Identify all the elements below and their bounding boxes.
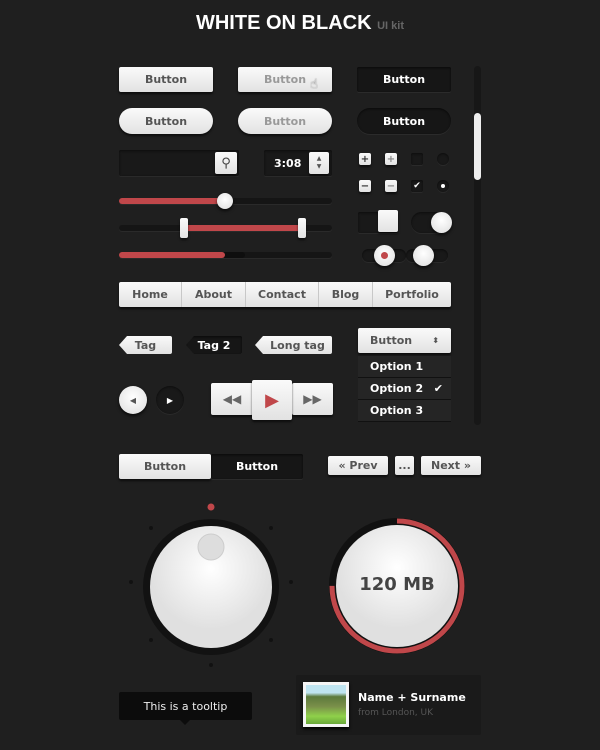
progress-bar	[119, 252, 332, 258]
dropdown-option-selected[interactable]: Option 2 ✔	[358, 378, 451, 400]
plus-button[interactable]: +	[359, 153, 371, 165]
next-round-button[interactable]: ▶	[156, 386, 184, 414]
play-button[interactable]: ▶	[252, 380, 292, 420]
next-page-button[interactable]: Next »	[421, 456, 481, 475]
avatar	[303, 682, 349, 727]
button[interactable]: Button	[119, 67, 213, 92]
page-title: WHITE ON BLACK UI kit	[0, 12, 600, 35]
profile-card[interactable]: Name + Surname from London, UK	[296, 675, 481, 735]
nav-bar: Home About Contact Blog Portfolio	[119, 282, 451, 307]
tag[interactable]: Tag	[119, 336, 172, 354]
search-icon: ⚲	[221, 155, 231, 171]
scrollbar[interactable]	[474, 66, 481, 425]
pill-button[interactable]: Button	[238, 108, 332, 134]
hand-cursor-icon: ☝	[310, 77, 318, 92]
tooltip-arrow	[180, 720, 190, 730]
radio-checked[interactable]	[437, 180, 449, 192]
dropdown-option[interactable]: Option 3	[358, 400, 451, 422]
dial-indicator-dot	[207, 503, 215, 511]
segment-active[interactable]: Button	[119, 454, 211, 479]
nav-blog[interactable]: Blog	[319, 282, 373, 307]
title: WHITE ON BLACK	[195, 12, 372, 34]
ellipsis-button[interactable]: ...	[395, 456, 414, 475]
radio-toggle-knob[interactable]	[413, 245, 434, 266]
minus-button[interactable]: −	[359, 180, 371, 192]
fast-forward-icon: ▶▶	[303, 392, 322, 406]
radio-unchecked[interactable]	[437, 153, 449, 165]
dropdown-value: Button	[370, 334, 413, 347]
toggle-knob[interactable]	[378, 210, 398, 232]
nav-about[interactable]: About	[182, 282, 246, 307]
button-hover[interactable]: Button ☝	[238, 67, 332, 92]
checkbox-checked[interactable]: ✔	[411, 180, 423, 192]
fast-forward-button[interactable]: ▶▶	[292, 383, 333, 415]
checkbox-unchecked[interactable]	[411, 153, 423, 165]
range-handle-low[interactable]	[180, 218, 188, 238]
nav-contact[interactable]: Contact	[246, 282, 319, 307]
tag-label: Tag 2	[197, 338, 231, 352]
radio-toggle-knob[interactable]	[374, 245, 395, 266]
play-icon: ▶	[265, 389, 279, 411]
tag[interactable]: Long tag	[255, 336, 332, 354]
rewind-icon: ◀◀	[222, 392, 242, 406]
profile-location: from London, UK	[358, 708, 434, 718]
check-icon: ✔	[413, 181, 421, 191]
sort-arrows-icon: ⬍	[432, 336, 439, 345]
down-arrow-icon[interactable]: ▼	[317, 163, 322, 171]
search-button[interactable]: ⚲	[215, 152, 237, 174]
nav-home[interactable]: Home	[119, 282, 182, 307]
dropdown-option[interactable]: Option 1	[358, 356, 451, 378]
minus-button[interactable]: −	[385, 180, 397, 192]
nav-portfolio[interactable]: Portfolio	[373, 282, 451, 307]
tag-label: Tag	[134, 338, 157, 352]
profile-name: Name + Surname	[358, 691, 466, 704]
dark-pill-button[interactable]: Button	[357, 108, 451, 134]
tag-dark[interactable]: Tag 2	[186, 336, 242, 354]
dial-knob[interactable]	[126, 500, 296, 675]
prev-page-button[interactable]: « Prev	[328, 456, 388, 475]
dark-button[interactable]: Button	[357, 67, 451, 92]
slider-handle[interactable]	[217, 193, 233, 209]
dropdown[interactable]: Button ⬍	[358, 328, 451, 353]
check-icon: ✔	[433, 382, 443, 395]
tooltip-text: This is a tooltip	[143, 699, 228, 713]
plus-button[interactable]: +	[385, 153, 397, 165]
prev-round-button[interactable]: ◀	[119, 386, 147, 414]
tooltip: This is a tooltip	[119, 692, 252, 720]
range-handle-high[interactable]	[298, 218, 306, 238]
tag-label: Long tag	[270, 338, 325, 352]
storage-label: 120 MB	[359, 574, 435, 595]
pill-button[interactable]: Button	[119, 108, 213, 134]
button-label: Button	[263, 73, 307, 86]
up-arrow-icon[interactable]: ▲	[317, 155, 322, 163]
toggle-knob-round[interactable]	[431, 212, 452, 233]
scrollbar-thumb[interactable]	[474, 113, 481, 180]
time-value: 3:08	[274, 156, 302, 170]
segment[interactable]: Button	[211, 454, 303, 479]
subtitle: UI kit	[377, 20, 404, 32]
time-stepper[interactable]: ▲ ▼	[309, 152, 329, 174]
rewind-button[interactable]: ◀◀	[211, 383, 253, 415]
